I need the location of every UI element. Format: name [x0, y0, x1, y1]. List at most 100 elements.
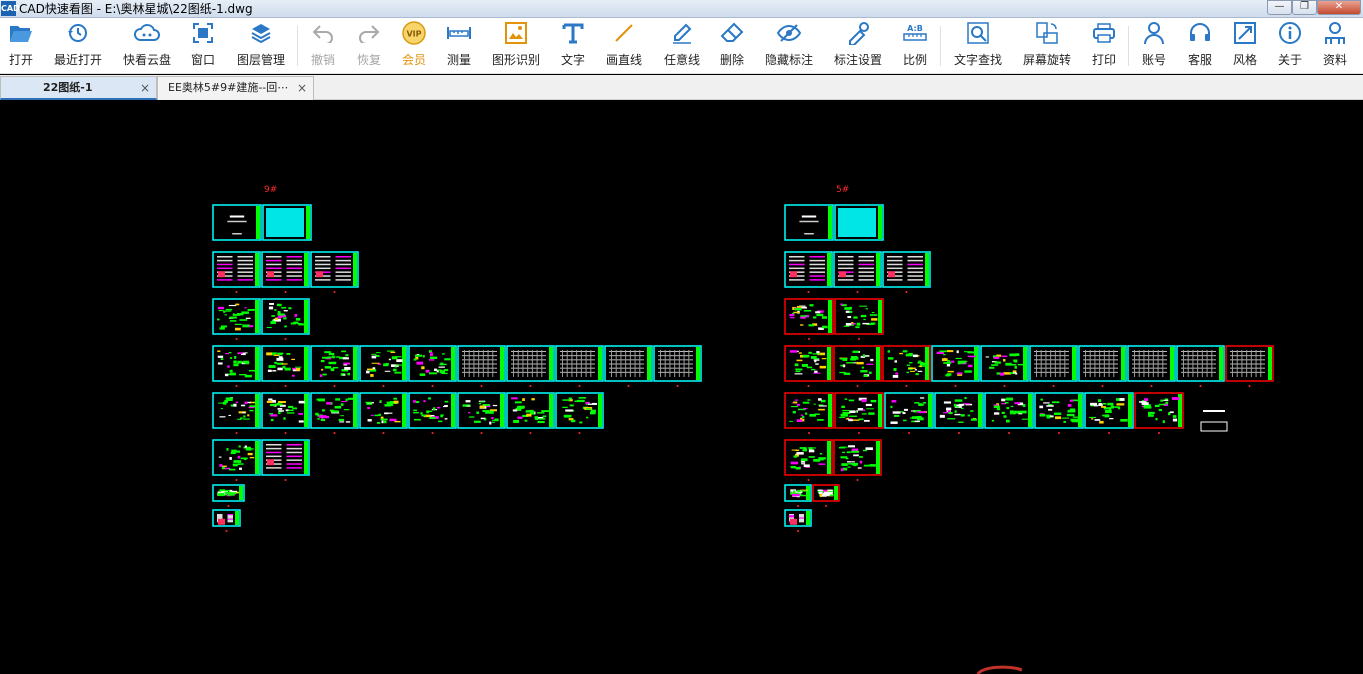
about-button[interactable]: 关于: [1274, 18, 1306, 74]
drawing-sheet[interactable]: [310, 345, 359, 382]
docs-button[interactable]: 资料: [1319, 18, 1351, 74]
drawing-sheet[interactable]: [980, 345, 1029, 382]
cad-drawing[interactable]: 9# 5#: [0, 100, 1363, 674]
drawing-sheet[interactable]: [261, 439, 310, 476]
drawing-sheet[interactable]: [212, 509, 241, 527]
drawing-sheet[interactable]: [212, 204, 262, 241]
text-search-button[interactable]: 文字查找: [950, 18, 1006, 74]
drawing-sheet[interactable]: [261, 392, 310, 429]
drawing-canvas[interactable]: 9# 5#: [0, 100, 1363, 674]
redo-button[interactable]: 恢复: [352, 18, 386, 74]
drawing-sheet[interactable]: [833, 439, 882, 476]
free-line-button[interactable]: 任意线: [660, 18, 704, 74]
drawing-sheet[interactable]: [457, 345, 506, 382]
group-label-5: 5#: [836, 185, 849, 195]
drawing-sheet[interactable]: [784, 439, 833, 476]
drawing-sheet[interactable]: [212, 298, 261, 335]
shape-recognition-button[interactable]: 图形识别: [488, 18, 544, 74]
window-button[interactable]: 窗口: [188, 18, 218, 74]
drawing-sheet[interactable]: [784, 392, 834, 429]
account-button[interactable]: 账号: [1138, 18, 1170, 74]
drawing-sheet[interactable]: [604, 345, 653, 382]
drawing-sheet[interactable]: [1176, 345, 1225, 382]
drawing-sheet[interactable]: [653, 345, 702, 382]
drawing-sheet[interactable]: [1034, 392, 1084, 429]
drawing-sheet[interactable]: [834, 204, 884, 241]
text-label: 文字: [560, 53, 585, 67]
drawing-sheet[interactable]: [833, 345, 882, 382]
rotate-screen-button[interactable]: 屏幕旋转: [1019, 18, 1075, 74]
drawing-sheet[interactable]: [408, 345, 457, 382]
drawing-sheet[interactable]: [931, 345, 980, 382]
service-button[interactable]: 客服: [1184, 18, 1216, 74]
layers-button[interactable]: 图层管理: [233, 18, 289, 74]
drawing-sheet[interactable]: [506, 392, 555, 429]
vip-button[interactable]: VIP 会员: [397, 18, 431, 74]
drawing-sheet[interactable]: [261, 251, 310, 288]
drawing-sheet[interactable]: [984, 392, 1034, 429]
drawing-sheet[interactable]: [359, 345, 408, 382]
drawing-sheet[interactable]: [834, 298, 884, 335]
drawing-sheet[interactable]: [1029, 345, 1078, 382]
tab-ee-building[interactable]: EE奥林5#9#建施--回⋯ ×: [157, 76, 314, 100]
tab-label: EE奥林5#9#建施--回⋯: [168, 81, 289, 94]
print-button[interactable]: 打印: [1088, 18, 1120, 74]
drawing-sheet[interactable]: [784, 509, 812, 527]
tab-close-icon[interactable]: ×: [140, 77, 150, 99]
minimize-button[interactable]: —: [1267, 0, 1292, 15]
drawing-sheet[interactable]: [310, 251, 359, 288]
drawing-sheet[interactable]: [833, 251, 882, 288]
open-button[interactable]: 打开: [4, 18, 38, 74]
drawing-sheet[interactable]: [784, 204, 834, 241]
drawing-sheet[interactable]: [1134, 392, 1184, 429]
drawing-sheet[interactable]: [212, 439, 261, 476]
drawing-sheet[interactable]: [457, 392, 506, 429]
drawing-sheet[interactable]: [1127, 345, 1176, 382]
style-button[interactable]: 风格: [1229, 18, 1261, 74]
tab-close-icon[interactable]: ×: [297, 77, 307, 99]
drawing-sheet[interactable]: [1084, 392, 1134, 429]
drawing-sheet[interactable]: [784, 345, 833, 382]
drawing-sheet[interactable]: [1225, 345, 1274, 382]
drawing-sheet[interactable]: [212, 484, 245, 502]
pen-icon: [671, 18, 693, 48]
cloud-button[interactable]: 快看云盘: [120, 18, 174, 74]
annotation-settings-label: 标注设置: [833, 53, 882, 67]
draw-line-button[interactable]: 画直线: [602, 18, 646, 74]
drawing-sheet[interactable]: [784, 484, 812, 502]
delete-button[interactable]: 删除: [715, 18, 749, 74]
drawing-sheet[interactable]: [310, 392, 359, 429]
text-button[interactable]: 文字: [557, 18, 589, 74]
drawing-sheet[interactable]: [555, 392, 604, 429]
drawing-sheet[interactable]: [812, 484, 840, 502]
drawing-sheet[interactable]: [212, 345, 261, 382]
drawing-sheet[interactable]: [212, 392, 261, 429]
drawing-sheet[interactable]: [884, 392, 934, 429]
drawing-sheet[interactable]: [261, 298, 310, 335]
drawing-sheet[interactable]: [934, 392, 984, 429]
scale-button[interactable]: A:B 比例: [900, 18, 930, 74]
drawing-sheet[interactable]: [212, 251, 261, 288]
drawing-sheet[interactable]: [408, 392, 457, 429]
undo-label: 撤销: [310, 53, 335, 67]
drawing-sheet[interactable]: [506, 345, 555, 382]
hide-annotation-button[interactable]: 隐藏标注: [763, 18, 815, 74]
drawing-sheet[interactable]: [261, 345, 310, 382]
drawing-sheet[interactable]: [882, 345, 931, 382]
close-window-button[interactable]: ✕: [1317, 0, 1361, 15]
drawing-sheet[interactable]: [834, 392, 884, 429]
annotation-settings-button[interactable]: 标注设置: [831, 18, 885, 74]
drawing-sheet[interactable]: [555, 345, 604, 382]
drawing-sheet[interactable]: [784, 298, 834, 335]
measure-button[interactable]: 测量: [442, 18, 476, 74]
drawing-sheet[interactable]: [1078, 345, 1127, 382]
sheet-number-mark: [480, 432, 483, 434]
restore-button[interactable]: ❐: [1292, 0, 1317, 15]
undo-button[interactable]: 撤销: [306, 18, 340, 74]
drawing-sheet[interactable]: [359, 392, 408, 429]
drawing-sheet[interactable]: [784, 251, 833, 288]
drawing-sheet[interactable]: [882, 251, 931, 288]
recent-button[interactable]: 最近打开: [50, 18, 106, 74]
tab-22-drawing[interactable]: 22图纸-1 ×: [0, 76, 157, 100]
drawing-sheet[interactable]: [262, 204, 312, 241]
